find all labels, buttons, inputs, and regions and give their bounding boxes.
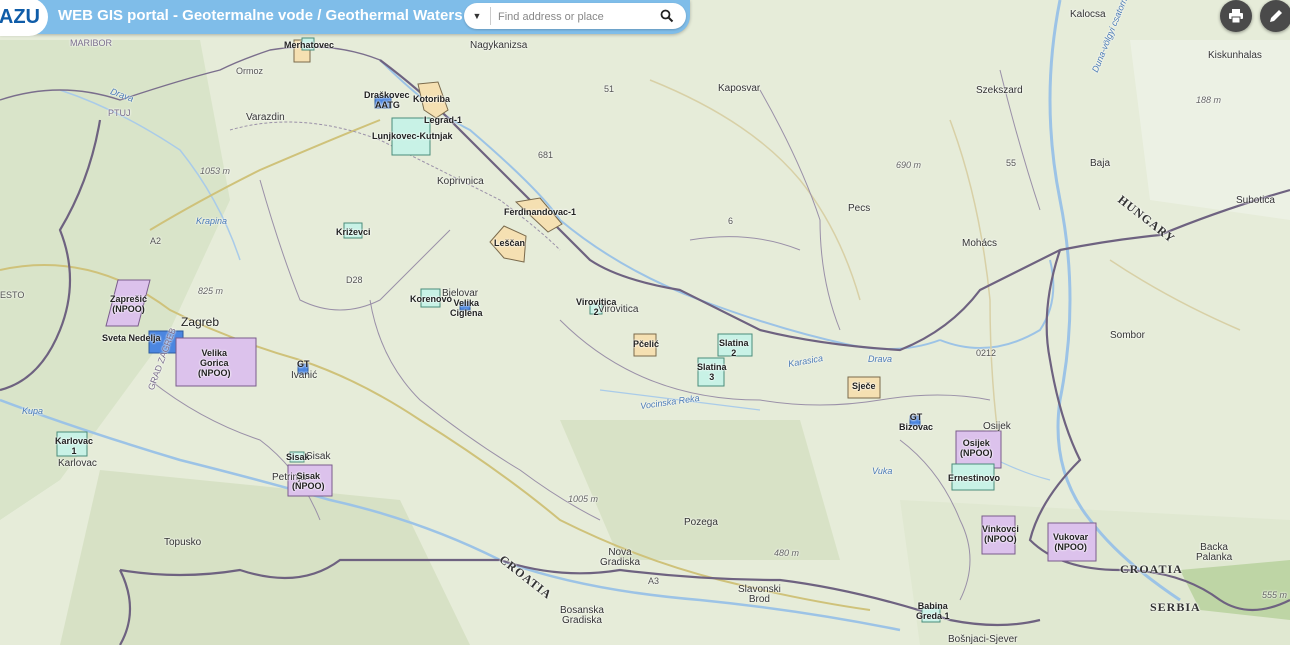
elevation-1053: 1053 m [200,166,231,176]
site-label-osijek-npoo[interactable]: Osijek (NPOO) [960,438,993,458]
city-label-backa-palanka: Backa Palanka [1196,542,1233,563]
site-label-sisak-npoo[interactable]: Sisak (NPOO) [292,471,325,491]
elevation-825: 825 m [198,286,224,296]
city-label-zagreb: Zagreb [181,315,220,329]
search-icon [660,9,674,23]
pencil-icon [1270,10,1282,22]
site-label-vukovar[interactable]: Vukovar (NPOO) [1053,532,1088,552]
printer-icon [1229,9,1243,24]
elevation-1005: 1005 m [568,494,599,504]
city-label-baja: Baja [1090,158,1111,169]
road-a3: A3 [648,576,660,586]
site-label-sveta-nedelja[interactable]: Sveta Nedelja [102,333,161,343]
elevation-690: 690 m [896,160,922,170]
road-a2: A2 [150,236,162,246]
city-label-ormoz: Ormoz [236,66,263,76]
city-label-slavonski-brod: Slavonski Brod [738,584,781,605]
site-label-gt-bizovac[interactable]: GT Bizovac [899,412,933,432]
road-0212: 0212 [976,348,997,358]
city-label-ptuj: PTUJ [108,108,131,118]
site-label-ferdinandovac[interactable]: Ferdinandovac-1 [504,207,576,217]
city-label-szekszard: Szekszard [976,85,1023,96]
page-title: WEB GIS portal - Geotermalne vode / Geot… [58,7,463,24]
city-label-kalocsa: Kalocsa [1070,9,1106,20]
city-label-nova-gradiska: Nova Gradiska [600,547,641,568]
site-label-ernestinovo[interactable]: Ernestinovo [948,473,1000,483]
road-55: 55 [1006,158,1017,168]
site-label-zapresic[interactable]: Zaprešić (NPOO) [110,294,147,314]
site-label-kotoriba[interactable]: Kotoriba [413,94,450,104]
city-label-sombor: Sombor [1110,330,1146,341]
city-label-subotica: Subotica [1236,195,1275,206]
elevation-555: 555 m [1262,590,1288,600]
site-label-lunjkovec-kutnjak[interactable]: Lunjkovec-Kutnjak [372,131,453,141]
city-label-kaposvar: Kaposvar [718,83,761,94]
edit-button[interactable] [1260,0,1290,32]
site-label-pcelic[interactable]: Pčelić [633,339,659,349]
road-6: 6 [728,216,734,226]
country-label-esto: ESTO [0,290,25,300]
site-label-karlovac-1[interactable]: Karlovac 1 [55,436,93,456]
river-label-kupa: Kupa [22,406,44,416]
city-label-bosanska-gradiska: Bosanska Gradiska [560,605,604,626]
site-label-sjece[interactable]: Sječe [852,381,876,391]
elevation-188: 188 m [1196,95,1222,105]
site-label-velika-gorica[interactable]: Velika Gorica (NPOO) [198,348,231,378]
search-box: ▼ [464,3,686,29]
site-label-slatina-2[interactable]: Slatina 2 [719,338,749,358]
site-label-virovitica-2[interactable]: Virovitica 2 [576,297,616,317]
site-label-velika-ciglena[interactable]: Velika Ciglena [450,298,483,318]
road-681: 681 [538,150,554,160]
city-label-karlovac: Karlovac [58,458,97,469]
site-label-merhatovec[interactable]: Merhatovec [284,40,334,50]
search-source-dropdown[interactable]: ▼ [464,3,490,29]
elevation-480: 480 m [774,548,800,558]
search-input[interactable] [496,6,650,28]
city-label-bosnjaci: Bošnjaci-Sjever [948,634,1018,645]
site-label-draskovec[interactable]: Draškovec [364,90,410,100]
site-label-korenovo[interactable]: Korenovo [410,294,452,304]
city-label-topusko: Topusko [164,537,202,548]
caret-down-icon: ▼ [472,11,482,21]
site-label-krizevci[interactable]: Križevci [336,227,371,237]
city-label-varazdin: Varazdin [246,112,285,123]
city-label-ivanic: Ivanić [291,370,318,381]
river-label-drava-2: Drava [868,354,893,364]
search-button[interactable] [654,3,680,29]
city-label-koprivnica: Koprivnica [437,176,484,187]
city-label-mohacs: Mohács [962,238,998,249]
site-label-babina-greda[interactable]: Babina Greda 1 [916,601,950,621]
site-label-vinkovci[interactable]: Vinkovci (NPOO) [982,524,1019,544]
city-label-maribor: MARIBOR [70,38,113,48]
search-divider [490,7,491,25]
city-label-osijek: Osijek [983,421,1011,432]
site-label-legrad[interactable]: Legrad-1 [424,115,462,125]
city-label-pozega: Pozega [684,517,718,528]
river-label-vuka: Vuka [872,466,893,476]
site-label-lescan[interactable]: Leščan [494,238,525,248]
river-label-krapina: Krapina [196,216,228,226]
country-label-croatia-2: CROATIA [1120,562,1183,576]
city-label-kiskunhalas: Kiskunhalas [1208,50,1262,61]
road-51: 51 [604,84,615,94]
city-label-nagykanizsa: Nagykanizsa [470,40,528,51]
map-view[interactable]: Kalocsa Kiskunhalas Nagykanizsa Kaposvar… [0,0,1290,645]
site-label-sisak-small[interactable]: Sisak [286,452,310,462]
site-label-slatina-3[interactable]: Slatina 3 [697,362,727,382]
print-button[interactable] [1220,0,1252,32]
site-label-aatg[interactable]: AATG [375,100,400,110]
road-d28: D28 [346,275,363,285]
header-bar: AZU WEB GIS portal - Geotermalne vode / … [0,0,690,36]
country-label-serbia: SERBIA [1150,600,1201,614]
app-logo[interactable]: AZU [0,0,48,36]
city-label-pecs: Pecs [848,203,871,214]
site-label-gt-ivanic[interactable]: GT [297,359,310,369]
